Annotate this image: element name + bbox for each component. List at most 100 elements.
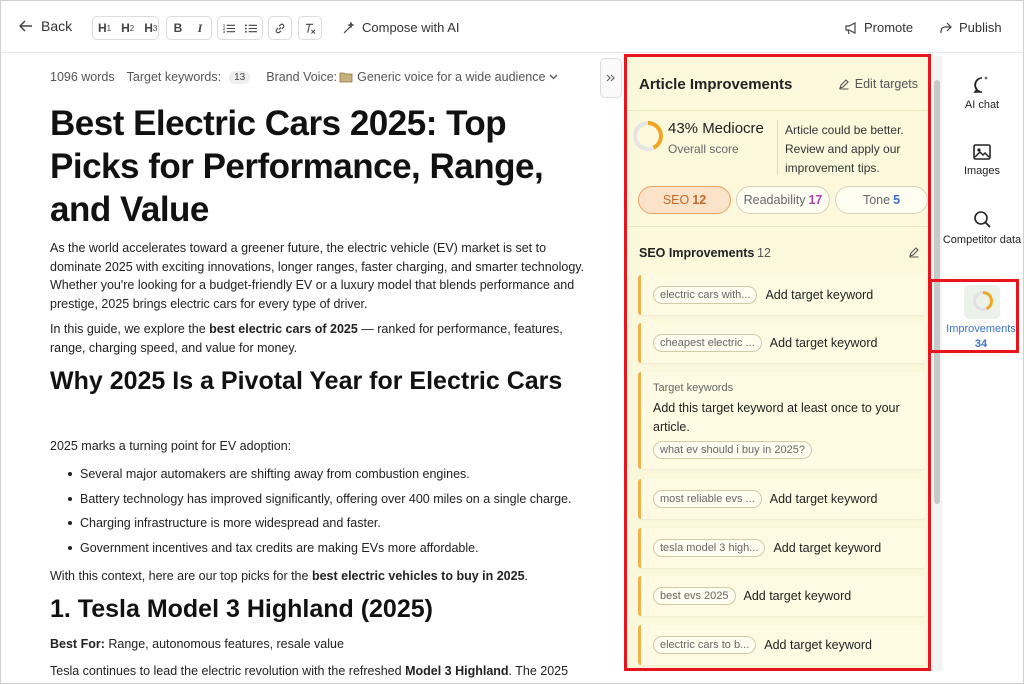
- guide-paragraph[interactable]: In this guide, we explore the best elect…: [50, 320, 595, 357]
- list-item[interactable]: Government incentives and tax credits ar…: [68, 536, 571, 561]
- article-title[interactable]: Best Electric Cars 2025: Top Picks for P…: [50, 102, 590, 231]
- reasons-list: Several major automakers are shifting aw…: [68, 462, 571, 560]
- promote-button[interactable]: Promote: [844, 20, 913, 35]
- pencil-icon: [909, 247, 919, 258]
- clear-format-button[interactable]: [299, 17, 321, 39]
- arrow-left-icon: [19, 20, 32, 32]
- keyword-chip[interactable]: what ev should i buy in 2025?: [653, 441, 812, 459]
- clear-format-icon: [305, 23, 316, 34]
- highlight-box: [929, 279, 1019, 353]
- seo-improvements-count: 12: [757, 246, 771, 260]
- nav-competitor-data-label: Competitor data: [942, 234, 1022, 246]
- article-editor[interactable]: 1096 words Target keywords: 13 Brand Voi…: [50, 54, 600, 684]
- improvement-tabs: SEO 12 Readability 17 Tone 5: [638, 186, 928, 214]
- edit-section-button[interactable]: [908, 246, 920, 261]
- heading-group: H1 H2 H3: [92, 16, 159, 40]
- improvement-card[interactable]: cheapest electric ... Add target keyword: [638, 323, 925, 363]
- collapse-panel-button[interactable]: [600, 58, 622, 98]
- nav-images-label: Images: [963, 165, 1001, 177]
- keyword-chip: most reliable evs ...: [653, 490, 762, 508]
- editor-toolbar: Back H1 H2 H3 B I 123 Compose with AI Pr…: [1, 1, 1023, 53]
- link-button[interactable]: [269, 17, 291, 39]
- add-target-keyword-link[interactable]: Add target keyword: [773, 541, 881, 555]
- add-target-keyword-link[interactable]: Add target keyword: [764, 638, 872, 652]
- clear-format-group: [298, 16, 322, 40]
- overall-score-label: Overall score: [668, 142, 739, 156]
- pencil-icon: [838, 79, 849, 90]
- article-improvements-panel: Article Improvements Edit targets 43% Me…: [627, 56, 930, 670]
- compose-label: Compose with AI: [362, 20, 460, 35]
- tab-seo[interactable]: SEO 12: [638, 186, 731, 214]
- tab-readability[interactable]: Readability 17: [736, 186, 830, 214]
- search-icon: [974, 211, 991, 228]
- share-arrow-icon: [940, 22, 952, 33]
- add-target-keyword-link[interactable]: Add target keyword: [765, 288, 873, 302]
- tesla-paragraph[interactable]: Tesla continues to lead the electric rev…: [50, 662, 568, 681]
- ordered-list-button[interactable]: 123: [218, 17, 240, 39]
- improvement-card[interactable]: tesla model 3 high... Add target keyword: [638, 528, 925, 568]
- improvement-card[interactable]: electric cars to b... Add target keyword: [638, 625, 925, 665]
- folder-icon: [339, 72, 353, 83]
- list-item[interactable]: Charging infrastructure is more widespre…: [68, 511, 571, 536]
- nav-images[interactable]: Images: [942, 143, 1022, 177]
- tab-tone[interactable]: Tone 5: [835, 186, 928, 214]
- keyword-chip: best evs 2025: [653, 587, 736, 605]
- target-keywords-count[interactable]: 13: [229, 70, 251, 84]
- back-button[interactable]: Back: [19, 18, 72, 34]
- improvement-card[interactable]: electric cars with... Add target keyword: [638, 275, 925, 315]
- seo-improvements-title: SEO Improvements: [639, 246, 755, 260]
- publish-button[interactable]: Publish: [939, 20, 1002, 35]
- compose-with-ai-button[interactable]: Compose with AI: [342, 20, 460, 35]
- improvement-card[interactable]: most reliable evs ... Add target keyword: [638, 479, 925, 519]
- heading-2-button[interactable]: H2: [116, 17, 139, 39]
- improvement-card[interactable]: best evs 2025 Add target keyword: [638, 576, 925, 616]
- italic-button[interactable]: I: [189, 17, 211, 39]
- keyword-chip: cheapest electric ...: [653, 334, 762, 352]
- double-chevron-right-icon: [606, 74, 615, 82]
- bullet-list-button[interactable]: [240, 17, 262, 39]
- card-category-label: Target keywords: [653, 382, 734, 394]
- nav-competitor-data[interactable]: Competitor data: [942, 209, 1022, 248]
- add-target-keyword-link[interactable]: Add target keyword: [770, 336, 878, 350]
- megaphone-icon: [845, 21, 856, 34]
- improvement-card-expanded[interactable]: Target keywords Add this target keyword …: [638, 372, 925, 469]
- heading-1-button[interactable]: H1: [93, 17, 116, 39]
- section-heading-why-2025[interactable]: Why 2025 Is a Pivotal Year for Electric …: [50, 366, 570, 396]
- list-item[interactable]: Battery technology has improved signific…: [68, 487, 571, 512]
- word-count: 1096 words: [50, 70, 115, 84]
- keyword-chip: electric cars with...: [653, 286, 758, 304]
- edit-targets-button[interactable]: Edit targets: [838, 77, 918, 91]
- overall-score-value: 43% Mediocre: [668, 120, 764, 137]
- turning-point-paragraph[interactable]: 2025 marks a turning point for EV adopti…: [50, 437, 291, 456]
- brand-voice-select[interactable]: Generic voice for a wide audience: [339, 70, 558, 84]
- section-heading-tesla[interactable]: 1. Tesla Model 3 Highland (2025): [50, 594, 433, 624]
- add-target-keyword-link[interactable]: Add target keyword: [770, 492, 878, 506]
- heading-3-button[interactable]: H3: [139, 17, 162, 39]
- chevron-down-icon: [549, 74, 558, 80]
- nav-ai-chat[interactable]: AI chat: [942, 75, 1022, 111]
- card-message: Add this target keyword at least once to…: [653, 401, 900, 434]
- promote-label: Promote: [864, 20, 914, 35]
- target-keywords-label: Target keywords:: [126, 70, 222, 84]
- chat-sparkle-icon: [973, 76, 988, 93]
- add-target-keyword-link[interactable]: Add target keyword: [744, 589, 852, 603]
- score-ring: [633, 121, 663, 151]
- svg-text:3: 3: [223, 30, 225, 34]
- publish-label: Publish: [959, 20, 1002, 35]
- back-label: Back: [41, 18, 73, 34]
- intro-paragraph[interactable]: As the world accelerates toward a greene…: [50, 239, 595, 313]
- best-for-paragraph[interactable]: Best For: Range, autonomous features, re…: [50, 635, 344, 654]
- format-group: B I: [166, 16, 212, 40]
- article-meta-bar: 1096 words Target keywords: 13 Brand Voi…: [50, 70, 558, 84]
- bold-button[interactable]: B: [167, 17, 189, 39]
- image-icon: [973, 144, 991, 160]
- context-paragraph[interactable]: With this context, here are our top pick…: [50, 567, 528, 586]
- edit-targets-label: Edit targets: [854, 77, 918, 91]
- list-item[interactable]: Several major automakers are shifting aw…: [68, 462, 571, 487]
- brand-voice-value: Generic voice for a wide audience: [357, 70, 546, 84]
- brand-voice-label: Brand Voice:: [266, 70, 338, 84]
- keyword-chip: tesla model 3 high...: [653, 539, 766, 557]
- score-description: Article could be better. Review and appl…: [785, 123, 904, 175]
- divider: [627, 110, 930, 111]
- link-group: [268, 16, 292, 40]
